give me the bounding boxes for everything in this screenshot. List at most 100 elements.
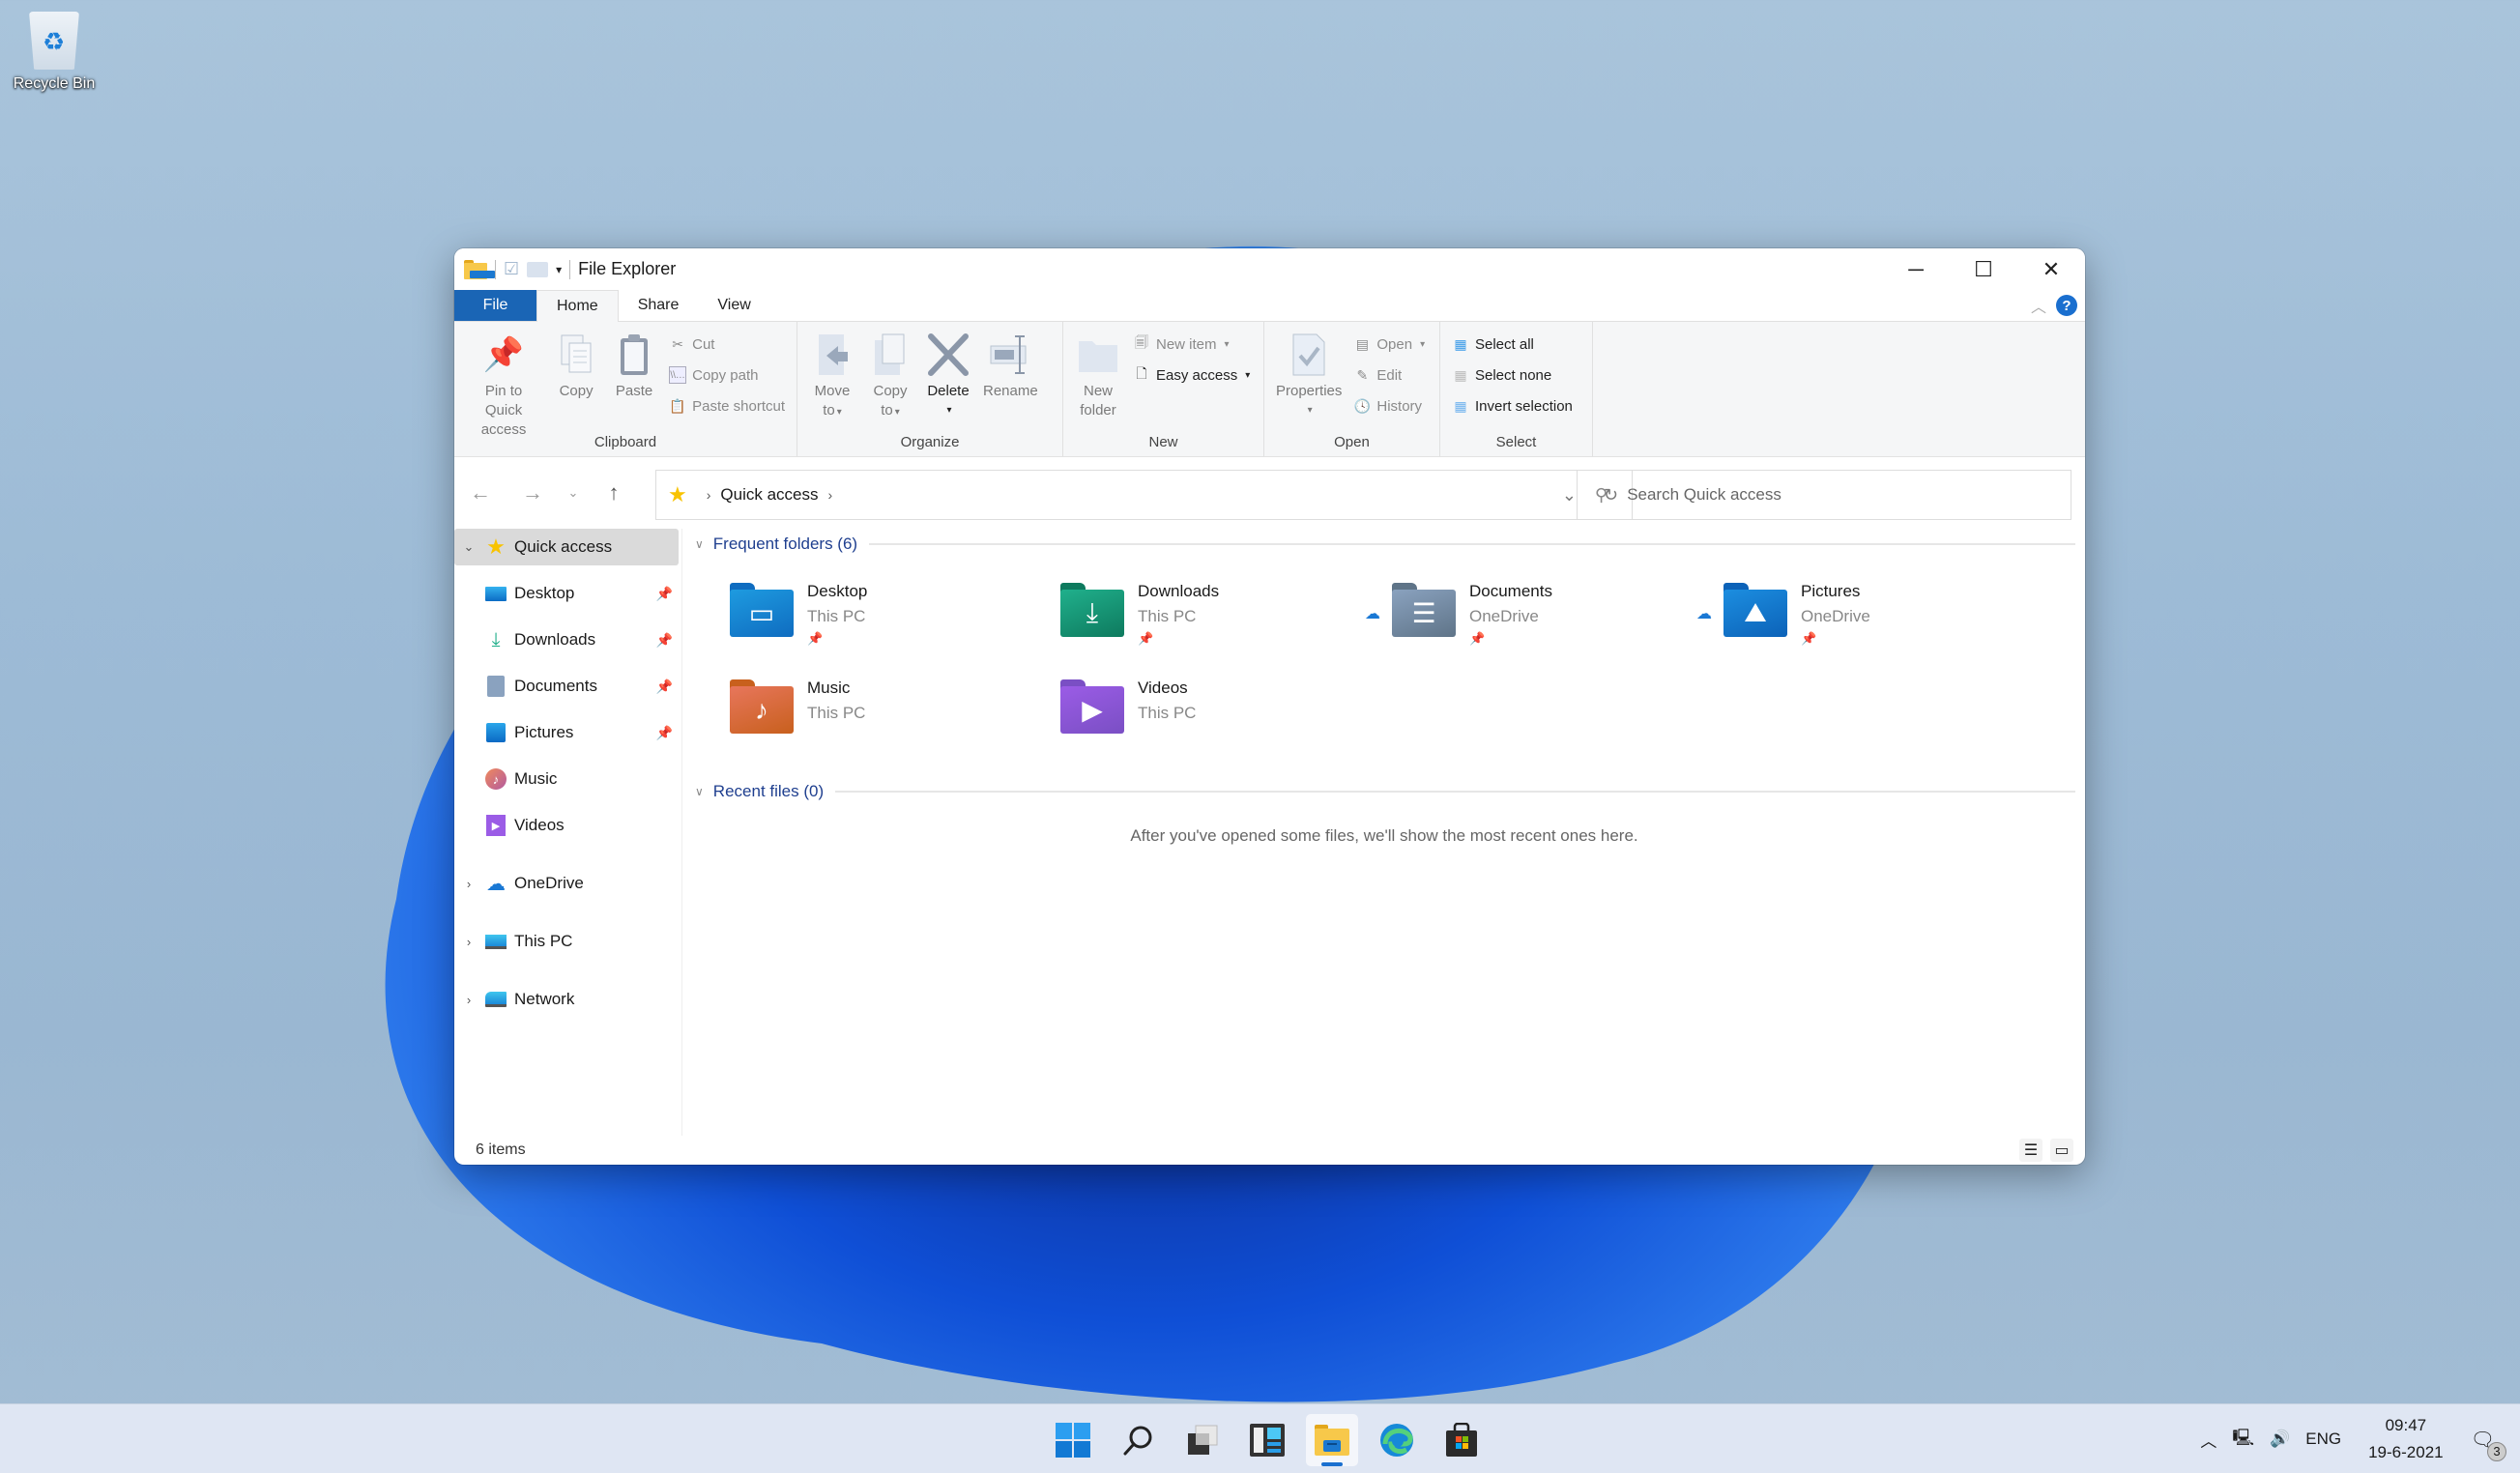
easy-access-button[interactable]: 🗋 Easy access ▾: [1133, 362, 1250, 388]
pin-icon: 📌: [482, 336, 525, 373]
sidebar-item-music[interactable]: ♪ Music: [454, 761, 679, 797]
cut-button[interactable]: ✂ Cut: [669, 332, 785, 357]
sidebar-item-this-pc[interactable]: › This PC: [454, 923, 679, 960]
search-box[interactable]: ⚲ Search Quick access: [1577, 470, 2071, 520]
search-placeholder: Search Quick access: [1627, 485, 1781, 504]
ribbon-group-organize: Move to ▾ Copy to ▾ Delete ▾ Rename Organi…: [797, 322, 1063, 456]
file-explorer-taskbar-button[interactable]: [1306, 1414, 1358, 1466]
chevron-right-icon[interactable]: ›: [454, 993, 483, 1007]
recent-locations-button[interactable]: ⌄: [559, 485, 588, 501]
pin-icon[interactable]: 📌: [656, 725, 673, 741]
history-button[interactable]: 🕓 History: [1353, 393, 1425, 419]
search-button[interactable]: [1112, 1414, 1164, 1466]
new-folder-qat-icon[interactable]: [527, 261, 549, 277]
sidebar-item-network[interactable]: › Network: [454, 981, 679, 1018]
new-item-button[interactable]: 🗐 New item ▾: [1133, 332, 1250, 357]
pin-icon[interactable]: 📌: [656, 586, 673, 602]
task-view-button[interactable]: [1176, 1414, 1229, 1466]
chevron-down-icon[interactable]: ∨: [695, 537, 704, 551]
folder-tile-documents[interactable]: ☁ ☰ Documents OneDrive 📌: [1365, 579, 1711, 656]
sidebar-item-documents[interactable]: Documents 📌: [454, 668, 679, 705]
sidebar-item-onedrive[interactable]: › ☁ OneDrive: [454, 865, 679, 902]
recycle-bin-icon: ♻: [29, 12, 79, 70]
chevron-down-icon[interactable]: ⌄: [454, 539, 483, 555]
file-explorer-icon: [1315, 1425, 1349, 1456]
folder-location: This PC: [1138, 704, 1197, 722]
group-label-open: Open: [1334, 434, 1370, 450]
minimize-button[interactable]: ─: [1882, 248, 1950, 290]
widgets-button[interactable]: [1241, 1414, 1293, 1466]
folder-tile-desktop[interactable]: ▭ Desktop This PC 📌: [730, 579, 1049, 656]
frequent-folders-header[interactable]: ∨ Frequent folders (6): [695, 533, 2075, 556]
select-all-button[interactable]: ▦ Select all: [1452, 332, 1573, 357]
folder-location: OneDrive: [1801, 607, 1870, 625]
network-status-icon[interactable]: 🖳: [2232, 1426, 2254, 1454]
sidebar-item-pictures[interactable]: Pictures 📌: [454, 714, 679, 751]
clock[interactable]: 09:47 19-6-2021: [2368, 1412, 2444, 1466]
address-dropdown-icon[interactable]: ⌄: [1562, 485, 1577, 505]
start-button[interactable]: [1047, 1414, 1099, 1466]
tab-file[interactable]: File: [454, 290, 536, 321]
help-button[interactable]: ?: [2056, 295, 2077, 316]
microsoft-store-button[interactable]: [1435, 1414, 1488, 1466]
copy-path-button[interactable]: \\… Copy path: [669, 362, 785, 388]
sidebar-item-downloads[interactable]: ⤓ Downloads 📌: [454, 621, 679, 658]
up-button[interactable]: ↑: [588, 480, 640, 505]
select-all-icon: ▦: [1454, 335, 1467, 352]
cloud-sync-icon: ☁: [1696, 606, 1712, 622]
folder-tile-downloads[interactable]: ⤓ Downloads This PC 📌: [1060, 579, 1379, 656]
back-button[interactable]: ←: [454, 480, 507, 505]
folder-tile-pictures[interactable]: ☁ ⛰ Pictures OneDrive 📌: [1696, 579, 2042, 656]
forward-button[interactable]: →: [507, 480, 559, 505]
customize-qat-dropdown-icon[interactable]: ▾: [556, 263, 562, 276]
details-view-button[interactable]: ☰: [2019, 1139, 2042, 1162]
videos-icon: ▶: [483, 815, 508, 836]
quick-access-toolbar: ☑ ▾: [464, 259, 571, 279]
tab-share[interactable]: Share: [619, 290, 699, 321]
tab-home[interactable]: Home: [536, 290, 619, 322]
breadcrumb-quick-access[interactable]: Quick access: [720, 485, 818, 505]
sidebar-item-desktop[interactable]: Desktop 📌: [454, 575, 679, 612]
title-bar[interactable]: ☑ ▾ File Explorer ─ ☐ ✕: [454, 248, 2085, 290]
taskbar: ︿ 🖳 🔊 ENG 09:47 19-6-2021 🗨 3: [0, 1403, 2520, 1473]
chevron-down-icon[interactable]: ∨: [695, 785, 704, 798]
invert-selection-button[interactable]: ▦ Invert selection: [1452, 393, 1573, 419]
open-button[interactable]: ▤ Open ▾: [1353, 332, 1425, 357]
folder-name: Documents: [1469, 582, 1552, 600]
sidebar-item-quick-access[interactable]: ⌄ ★ Quick access: [454, 529, 679, 565]
tab-view[interactable]: View: [698, 290, 769, 321]
address-bar[interactable]: ★ › Quick access › ⌄ ↻: [655, 470, 1633, 520]
breadcrumb-separator-icon[interactable]: ›: [707, 487, 711, 503]
maximize-button[interactable]: ☐: [1950, 248, 2017, 290]
volume-icon[interactable]: 🔊: [2270, 1430, 2290, 1449]
properties-qat-icon[interactable]: ☑: [504, 259, 519, 279]
folder-tile-music[interactable]: ♪ Music This PC: [730, 676, 1049, 753]
file-explorer-app-icon: [464, 259, 495, 279]
folder-name: Music: [807, 679, 851, 697]
copy-to-icon: [867, 330, 913, 380]
folder-tile-videos[interactable]: ▶ Videos This PC: [1060, 676, 1379, 753]
edit-button[interactable]: ✎ Edit: [1353, 362, 1425, 388]
pin-icon[interactable]: 📌: [656, 632, 673, 649]
network-icon: [483, 989, 508, 1010]
sidebar-item-videos[interactable]: ▶ Videos: [454, 807, 679, 844]
notification-center-button[interactable]: 🗨 3: [2471, 1428, 2506, 1461]
content-pane: ∨ Frequent folders (6) ▭ Desktop This PC 📌 ⤓…: [683, 529, 2085, 1136]
chevron-right-icon[interactable]: ›: [454, 935, 483, 949]
breadcrumb-separator-icon[interactable]: ›: [828, 487, 833, 503]
input-language[interactable]: ENG: [2305, 1430, 2341, 1449]
desktop-icon-recycle-bin[interactable]: ♻ Recycle Bin: [6, 8, 102, 93]
collapse-ribbon-icon[interactable]: ︿: [2031, 294, 2046, 317]
paste-shortcut-button[interactable]: 📋 Paste shortcut: [669, 393, 785, 419]
recent-files-header[interactable]: ∨ Recent files (0): [695, 780, 2075, 803]
folder-name: Downloads: [1138, 582, 1220, 600]
close-button[interactable]: ✕: [2017, 248, 2085, 290]
show-hidden-icons-button[interactable]: ︿: [2200, 1428, 2216, 1452]
chevron-right-icon[interactable]: ›: [454, 877, 483, 891]
star-icon: ★: [486, 534, 506, 559]
pin-icon[interactable]: 📌: [656, 679, 673, 695]
select-none-button[interactable]: ▦ Select none: [1452, 362, 1573, 388]
qat-divider: [495, 259, 496, 279]
edge-button[interactable]: [1371, 1414, 1423, 1466]
large-icons-view-button[interactable]: ▭: [2050, 1139, 2073, 1162]
